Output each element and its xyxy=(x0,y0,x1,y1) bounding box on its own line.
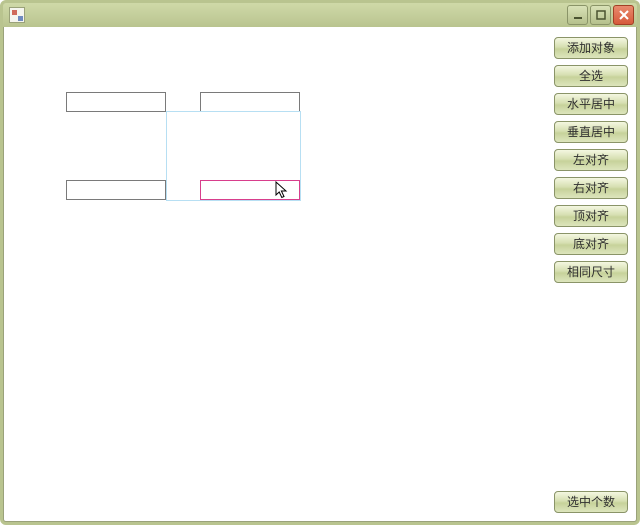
align-top-button[interactable]: 顶对齐 xyxy=(554,205,628,227)
canvas-object[interactable] xyxy=(66,180,166,200)
client-area: 添加对象 全选 水平居中 垂直居中 左对齐 右对齐 顶对齐 底对齐 相同尺寸 选… xyxy=(3,27,637,522)
design-canvas[interactable] xyxy=(4,27,548,521)
align-bottom-button[interactable]: 底对齐 xyxy=(554,233,628,255)
same-size-button[interactable]: 相同尺寸 xyxy=(554,261,628,283)
minimize-button[interactable] xyxy=(567,5,588,25)
maximize-icon xyxy=(596,10,606,20)
app-window: 添加对象 全选 水平居中 垂直居中 左对齐 右对齐 顶对齐 底对齐 相同尺寸 选… xyxy=(0,0,640,525)
add-object-button[interactable]: 添加对象 xyxy=(554,37,628,59)
selection-guide xyxy=(166,111,301,201)
align-right-button[interactable]: 右对齐 xyxy=(554,177,628,199)
close-button[interactable] xyxy=(613,5,634,25)
close-icon xyxy=(619,10,629,20)
active-object-outline[interactable] xyxy=(200,180,300,200)
cursor-icon xyxy=(275,181,289,201)
select-all-button[interactable]: 全选 xyxy=(554,65,628,87)
h-center-button[interactable]: 水平居中 xyxy=(554,93,628,115)
titlebar[interactable] xyxy=(3,3,637,27)
maximize-button[interactable] xyxy=(590,5,611,25)
canvas-object[interactable] xyxy=(66,92,166,112)
v-center-button[interactable]: 垂直居中 xyxy=(554,121,628,143)
canvas-object[interactable] xyxy=(200,92,300,112)
selected-count-button[interactable]: 选中个数 xyxy=(554,491,628,513)
minimize-icon xyxy=(573,10,583,20)
align-left-button[interactable]: 左对齐 xyxy=(554,149,628,171)
window-controls xyxy=(567,5,634,25)
app-icon xyxy=(9,7,25,23)
button-panel: 添加对象 全选 水平居中 垂直居中 左对齐 右对齐 顶对齐 底对齐 相同尺寸 xyxy=(554,37,628,283)
